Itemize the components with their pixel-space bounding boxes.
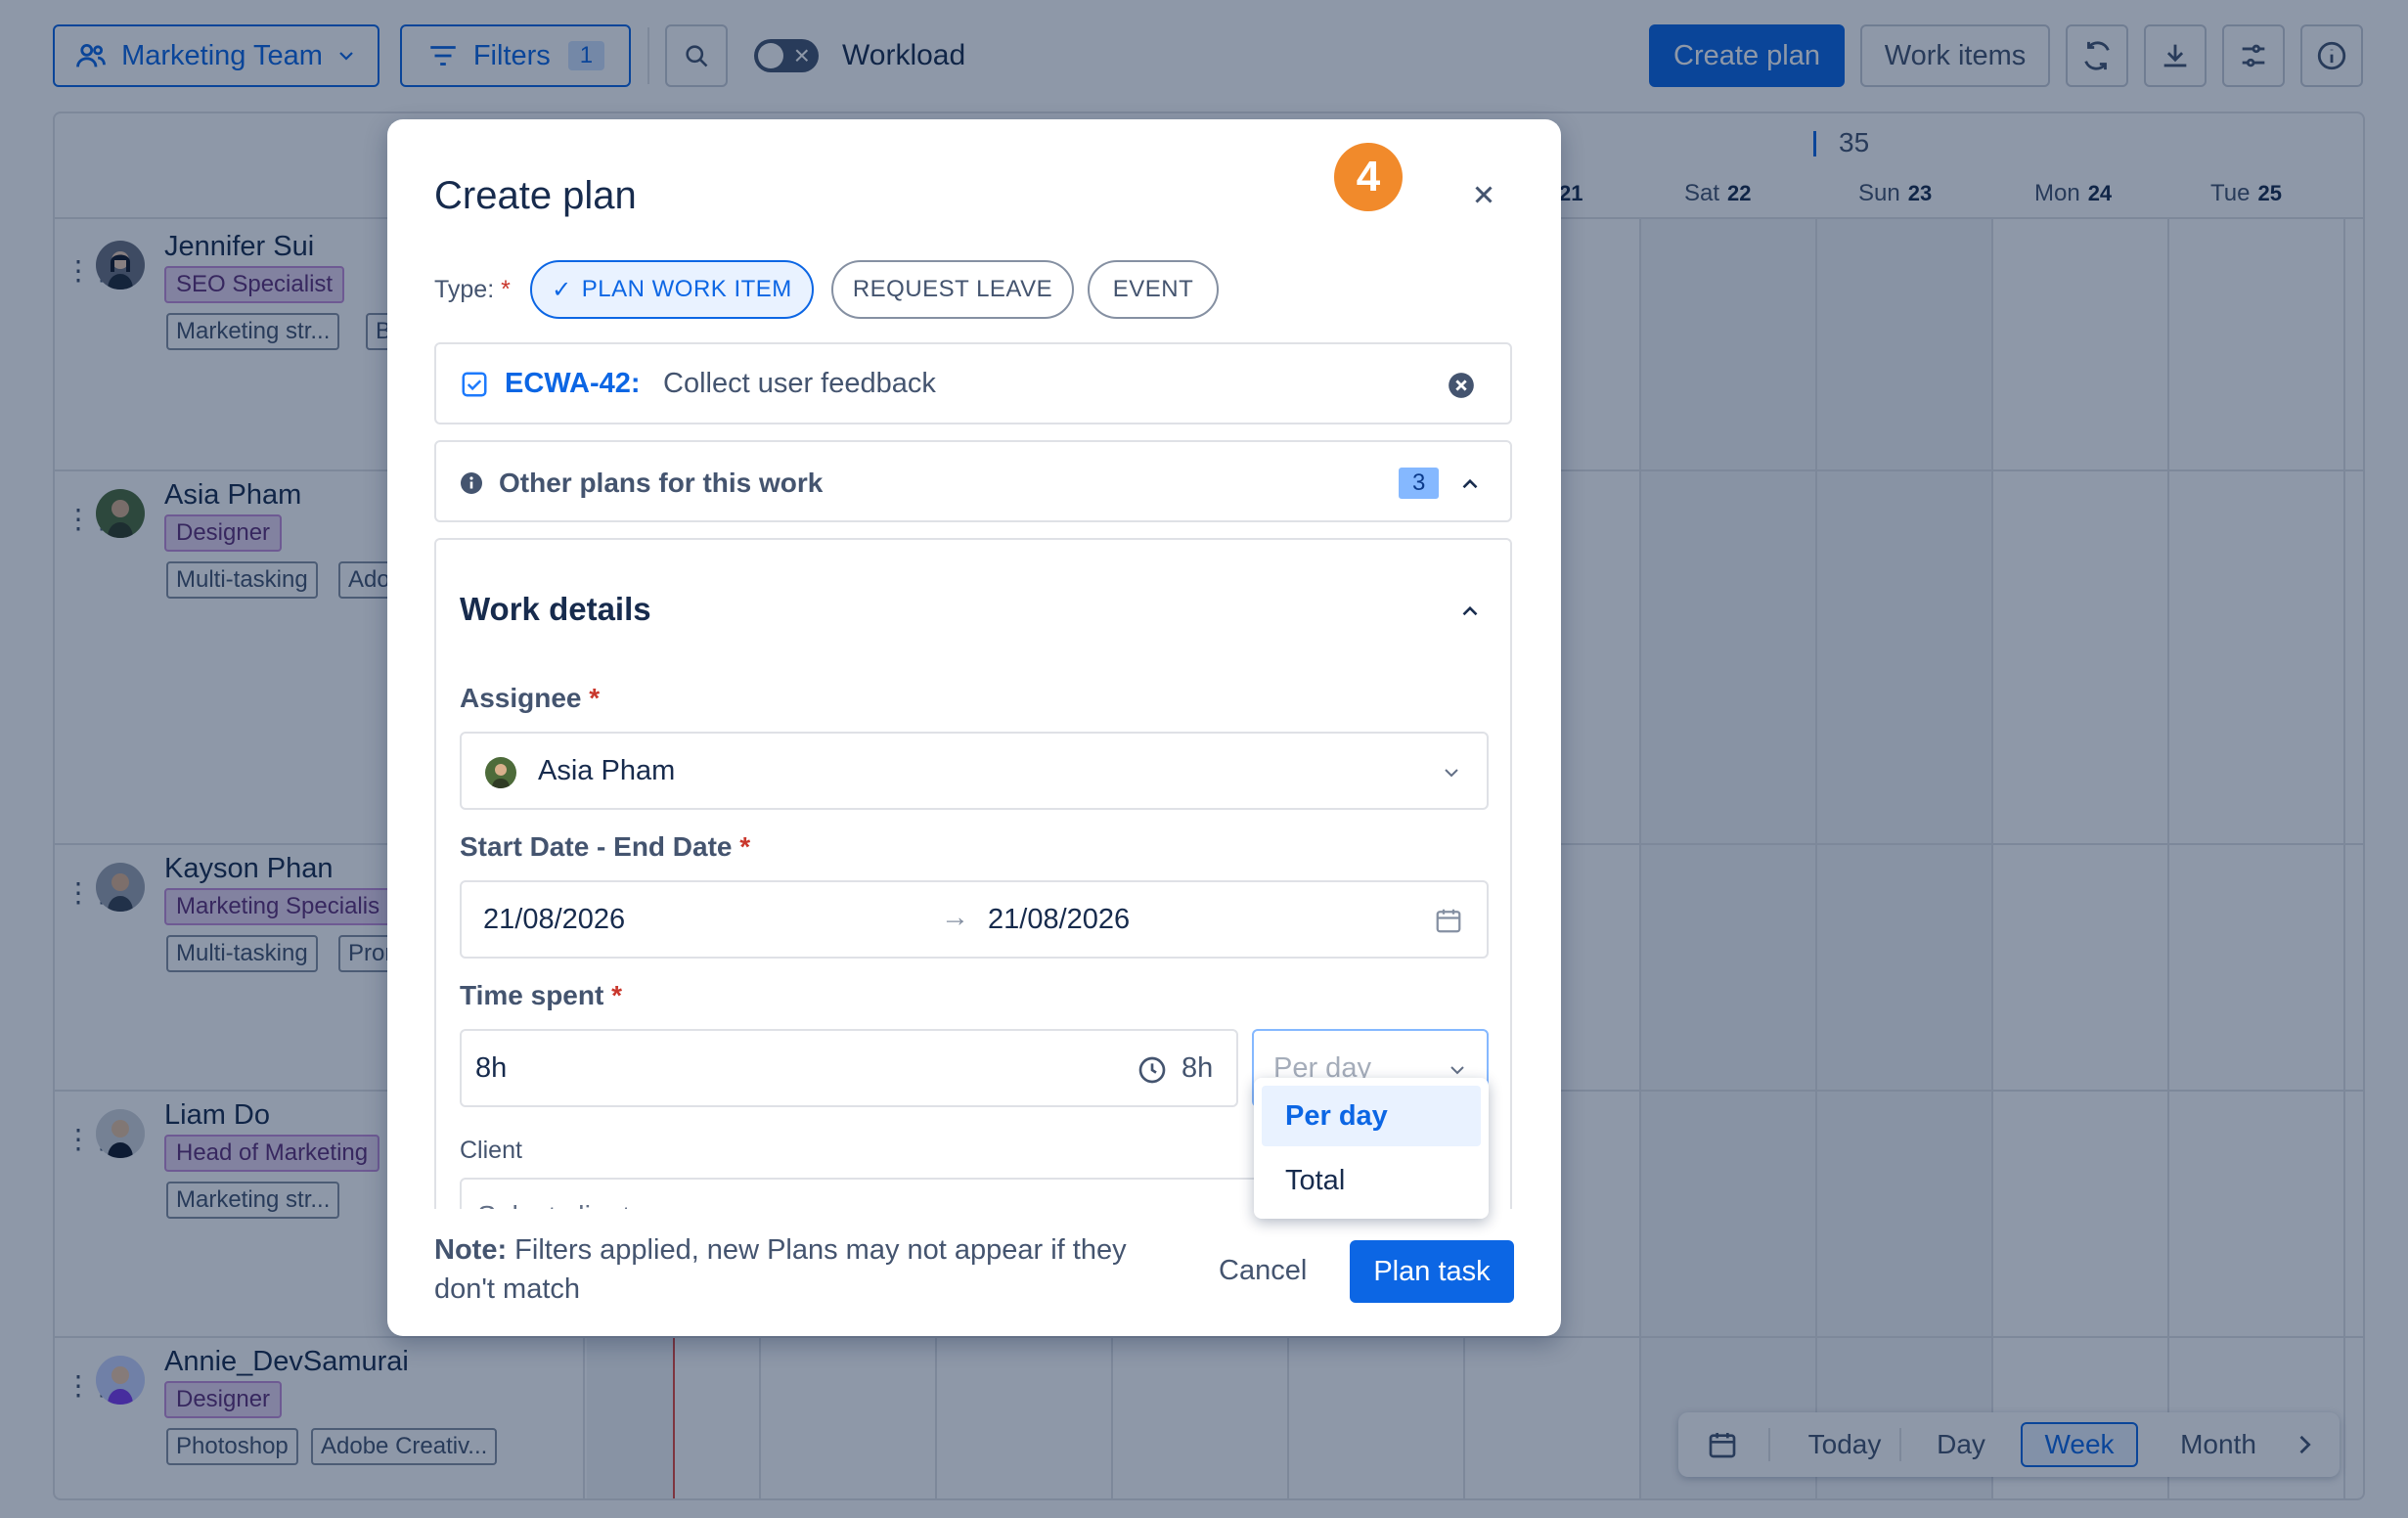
type-plan-work-item-label: PLAN WORK ITEM xyxy=(581,276,792,302)
other-plans-count: 3 xyxy=(1399,468,1440,499)
client-placeholder: Select clients xyxy=(477,1201,645,1209)
chevron-up-icon[interactable] xyxy=(1457,471,1483,497)
step-badge: 4 xyxy=(1334,143,1403,211)
end-date-input[interactable]: 21/08/2026 xyxy=(988,904,1130,936)
checkbox-icon xyxy=(462,372,487,397)
assignee-label: Assignee * xyxy=(460,683,601,713)
assignee-value: Asia Pham xyxy=(538,755,676,786)
dialog-title: Create plan xyxy=(434,174,637,217)
assignee-select[interactable]: Asia Pham xyxy=(460,732,1489,810)
arrow-right-icon: → xyxy=(941,902,969,933)
type-request-leave[interactable]: REQUEST LEAVE xyxy=(831,260,1074,319)
time-unit-dropdown: Per day Total xyxy=(1254,1078,1489,1219)
close-icon[interactable] xyxy=(1469,180,1498,209)
info-icon xyxy=(461,472,482,494)
type-label: Type: * xyxy=(434,276,511,303)
dates-label: Start Date - End Date * xyxy=(460,831,751,862)
work-details-title: Work details xyxy=(460,591,651,627)
other-plans-section[interactable]: Other plans for this work 3 xyxy=(434,440,1512,522)
calendar-icon xyxy=(1436,909,1461,933)
date-range-picker[interactable]: 21/08/2026 → 21/08/2026 xyxy=(460,880,1489,959)
selected-work-item[interactable]: ECWA-42: Collect user feedback xyxy=(434,342,1512,424)
work-item-title: Collect user feedback xyxy=(663,368,936,399)
cancel-button[interactable]: Cancel xyxy=(1199,1240,1326,1301)
plan-task-button[interactable]: Plan task xyxy=(1350,1240,1514,1303)
time-spent-value: 8h xyxy=(475,1052,508,1084)
time-spent-input[interactable]: 8h 8h xyxy=(460,1029,1238,1107)
avatar xyxy=(485,757,516,788)
other-plans-label: Other plans for this work xyxy=(499,468,824,498)
work-item-key: ECWA-42: xyxy=(505,368,641,399)
option-per-day[interactable]: Per day xyxy=(1262,1086,1481,1146)
time-spent-label: Time spent * xyxy=(460,980,622,1010)
clear-icon[interactable] xyxy=(1448,372,1475,399)
clock-icon xyxy=(1138,1056,1166,1084)
chevron-down-icon xyxy=(1445,769,1458,778)
check-icon: ✓ xyxy=(552,276,572,303)
type-event[interactable]: EVENT xyxy=(1088,260,1219,319)
client-label: Client xyxy=(460,1137,522,1164)
start-date-input[interactable]: 21/08/2026 xyxy=(483,904,625,936)
chevron-up-icon[interactable] xyxy=(1457,599,1483,624)
time-spent-hint: 8h xyxy=(1182,1052,1214,1084)
type-plan-work-item[interactable]: ✓ PLAN WORK ITEM xyxy=(530,260,814,319)
filter-note: Note: Filters applied, new Plans may not… xyxy=(434,1234,1127,1305)
option-total[interactable]: Total xyxy=(1262,1150,1481,1211)
